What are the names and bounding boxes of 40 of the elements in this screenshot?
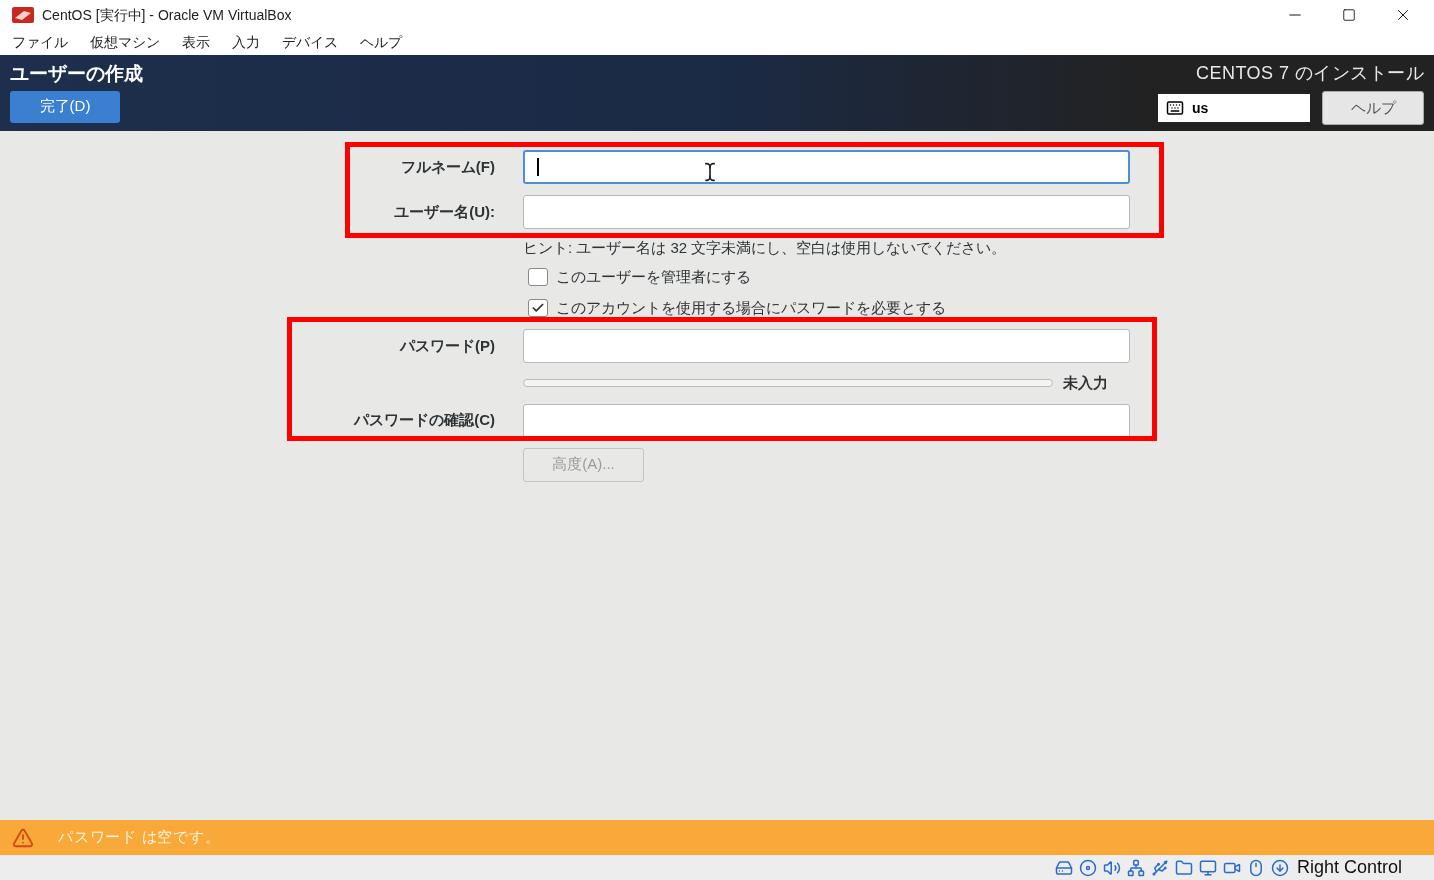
- audio-icon[interactable]: [1102, 858, 1121, 877]
- usb-icon[interactable]: [1150, 858, 1169, 877]
- keyboard-layout-field[interactable]: us: [1158, 94, 1310, 122]
- product-title: CENTOS 7 のインストール: [1196, 62, 1424, 85]
- menu-item[interactable]: ファイル: [12, 32, 68, 53]
- menu-item[interactable]: 表示: [182, 32, 210, 53]
- checkbox-label: このユーザーを管理者にする: [556, 268, 751, 286]
- field-label: フルネーム(F): [399, 156, 495, 177]
- maximize-icon[interactable]: [1342, 8, 1356, 22]
- strength-reading: 未入力: [1063, 373, 1108, 393]
- checkmark-icon: [531, 301, 545, 315]
- window-title: CentOS [実行中] - Oracle VM VirtualBox: [42, 5, 292, 25]
- menu-item[interactable]: 仮想マシン: [90, 32, 160, 53]
- menu-item[interactable]: デバイス: [282, 32, 338, 53]
- page-title: ユーザーの作成: [10, 62, 143, 86]
- input-field[interactable]: [523, 150, 1130, 184]
- checkbox[interactable]: [528, 268, 548, 286]
- field-label: パスワードの確認(C): [352, 410, 495, 431]
- input-field[interactable]: [523, 195, 1130, 229]
- checkbox-label: このアカウントを使用する場合にパスワードを必要とする: [556, 299, 946, 317]
- menu-item[interactable]: ヘルプ: [360, 32, 402, 53]
- text-caret: [537, 158, 539, 176]
- display-icon[interactable]: [1198, 858, 1217, 877]
- hint-text: ヒント: ユーザー名は 32 文字未満にし、空白は使用しないでください。: [523, 239, 1008, 257]
- app-logo-icon: [12, 7, 34, 23]
- warning-icon: [12, 826, 34, 849]
- input-field[interactable]: [523, 403, 1130, 438]
- network-icon[interactable]: [1126, 858, 1145, 877]
- field-label: パスワード(P): [398, 335, 495, 356]
- input-field[interactable]: [523, 329, 1130, 363]
- optical-disc-icon[interactable]: [1078, 858, 1097, 877]
- done-button[interactable]: 完了(D): [10, 90, 120, 123]
- host-key-label: Right Control: [1296, 856, 1402, 879]
- warning-message: パスワード は空です。: [58, 827, 221, 848]
- menu-item[interactable]: 入力: [232, 32, 260, 53]
- checkbox[interactable]: [528, 299, 548, 317]
- keyboard-icon: [1166, 99, 1184, 117]
- field-label: ユーザー名(U):: [393, 201, 495, 222]
- shared-folder-icon[interactable]: [1174, 858, 1193, 877]
- help-button[interactable]: ヘルプ: [1322, 91, 1424, 125]
